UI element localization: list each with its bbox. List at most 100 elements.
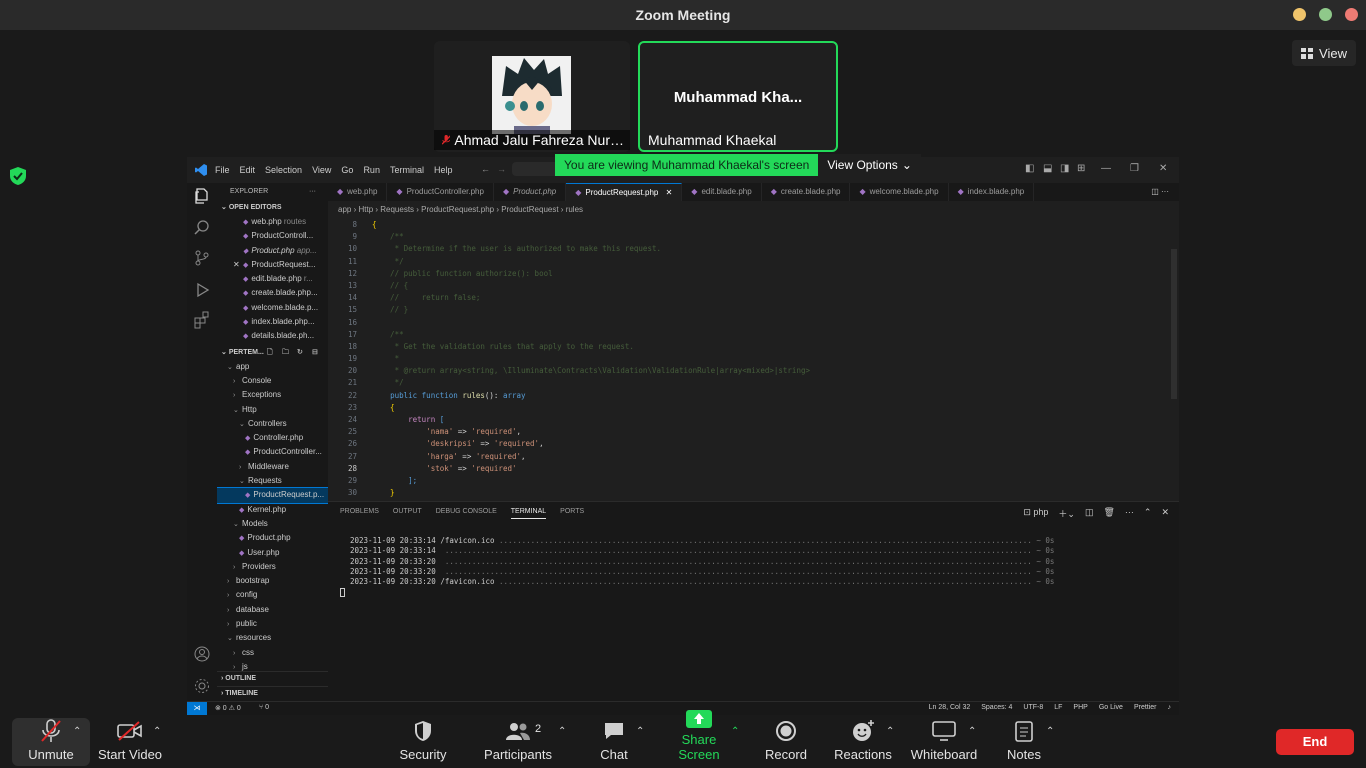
tree-item-config[interactable]: › config [217, 588, 328, 602]
vscode-close-icon[interactable]: ✕ [1159, 163, 1167, 174]
share-options-caret[interactable]: ⌃ [731, 726, 739, 737]
reactions-button[interactable]: Reactions [834, 716, 892, 768]
tree-item-css[interactable]: › css [217, 646, 328, 660]
collapse-all-icon[interactable]: ⊟ [312, 346, 318, 360]
tree-item-exceptions[interactable]: › Exceptions [217, 388, 328, 402]
new-terminal-icon[interactable]: ＋⌄ [1058, 507, 1075, 520]
menu-item-view[interactable]: View [312, 165, 331, 175]
back-arrow-icon[interactable]: ← [481, 164, 490, 174]
tree-item-public[interactable]: › public [217, 617, 328, 631]
status-item-utf-8[interactable]: UTF-8 [1023, 704, 1043, 711]
settings-gear-icon[interactable] [193, 677, 211, 695]
tab-welcome-blade-php[interactable]: ◆ welcome.blade.php [850, 183, 949, 201]
tree-item-middleware[interactable]: › Middleware [217, 460, 328, 474]
panel-tab-terminal[interactable]: TERMINAL [510, 508, 547, 519]
open-editor-item[interactable]: ◆ Product.php app... [217, 244, 328, 258]
more-actions-icon[interactable]: ··· [1125, 507, 1134, 520]
vscode-restore-icon[interactable]: ❐ [1130, 163, 1139, 174]
open-editor-item[interactable]: ◆ index.blade.php... [217, 315, 328, 329]
problems-count[interactable]: ⊗ 0 ⚠ 0 [215, 704, 241, 712]
layout-secondary-icon[interactable]: ◨ [1060, 163, 1069, 174]
status-item-go-live[interactable]: Go Live [1099, 704, 1123, 711]
notifications-bell-icon[interactable]: ♪ [1168, 704, 1172, 711]
tree-item-requests[interactable]: ⌄ Requests [217, 474, 328, 488]
open-editor-item[interactable]: ◆ details.blade.ph... [217, 329, 328, 343]
view-options-button[interactable]: View Options ⌄ [818, 154, 921, 176]
notes-button[interactable]: Notes [1004, 716, 1044, 768]
panel-tab-debug-console[interactable]: DEBUG CONSOLE [436, 508, 497, 519]
open-editors-section[interactable]: ⌄ OPEN EDITORS [217, 201, 328, 215]
notes-options-caret[interactable]: ⌃ [1046, 726, 1054, 737]
tree-item-productcontroller-[interactable]: ◆ ProductController... [217, 445, 328, 459]
open-editor-item[interactable]: ◆ edit.blade.php r... [217, 272, 328, 286]
tab-index-blade-php[interactable]: ◆ index.blade.php [949, 183, 1035, 201]
audio-options-caret[interactable]: ⌃ [73, 726, 81, 737]
shared-screen-vscode[interactable]: File Edit Selection View Go Run Terminal Help ←… [187, 157, 1179, 715]
tree-item-app[interactable]: ⌄ app [217, 360, 328, 374]
panel-tab-problems[interactable]: PROBLEMS [340, 508, 379, 519]
record-button[interactable]: Record [764, 716, 808, 768]
layout-panel-icon[interactable]: ⬓ [1043, 163, 1052, 174]
chat-button[interactable]: Chat [594, 716, 634, 768]
kill-terminal-icon[interactable]: 🗑 [1103, 507, 1114, 520]
open-editor-item[interactable]: ✕ ◆ ProductRequest... [217, 258, 328, 272]
split-terminal-icon[interactable]: ◫ [1085, 507, 1094, 520]
menu-item-file[interactable]: File [215, 165, 230, 175]
active-speaker-tile[interactable]: Muhammad Kha... Muhammad Khaekal [638, 41, 838, 152]
terminal-shell-label[interactable]: ⊡ php [1023, 507, 1048, 520]
status-item-spaces-4[interactable]: Spaces: 4 [981, 704, 1012, 711]
start-video-button[interactable]: Start Video [97, 716, 163, 768]
video-options-caret[interactable]: ⌃ [153, 726, 161, 737]
open-editor-item[interactable]: ◆ ProductControll... [217, 229, 328, 243]
unmute-button[interactable]: Unmute [22, 716, 80, 768]
end-meeting-button[interactable]: End [1276, 729, 1354, 755]
breadcrumb-item[interactable]: ProductRequest.php [421, 205, 494, 214]
whiteboard-button[interactable]: Whiteboard [911, 716, 977, 768]
close-icon[interactable]: ✕ [663, 188, 673, 197]
tree-item-providers[interactable]: › Providers [217, 560, 328, 574]
status-item-lf[interactable]: LF [1054, 704, 1062, 711]
menu-item-run[interactable]: Run [363, 165, 380, 175]
close-button[interactable] [1345, 8, 1358, 21]
open-editor-item[interactable]: ◆ web.php routes [217, 215, 328, 229]
status-item-php[interactable]: PHP [1073, 704, 1087, 711]
close-panel-icon[interactable]: ✕ [1161, 507, 1169, 520]
tree-item-bootstrap[interactable]: › bootstrap [217, 574, 328, 588]
breadcrumb-item[interactable]: rules [566, 205, 583, 214]
tree-item-controller-php[interactable]: ◆ Controller.php [217, 431, 328, 445]
forward-arrow-icon[interactable]: → [497, 164, 506, 174]
whiteboard-options-caret[interactable]: ⌃ [968, 726, 976, 737]
menu-item-selection[interactable]: Selection [265, 165, 302, 175]
extensions-icon[interactable] [193, 311, 211, 329]
minimize-button[interactable] [1293, 8, 1306, 21]
tree-item-user-php[interactable]: ◆ User.php [217, 546, 328, 560]
view-button[interactable]: View [1292, 40, 1356, 66]
menu-item-help[interactable]: Help [434, 165, 453, 175]
explorer-icon[interactable] [193, 187, 211, 205]
tab-productcontroller-php[interactable]: ◆ ProductController.php [387, 183, 494, 201]
timeline-section[interactable]: › TIMELINE [217, 686, 328, 700]
participants-options-caret[interactable]: ⌃ [558, 726, 566, 737]
tab-edit-blade-php[interactable]: ◆ edit.blade.php [682, 183, 762, 201]
menu-item-edit[interactable]: Edit [240, 165, 256, 175]
more-actions-icon[interactable]: ··· [309, 183, 316, 201]
ports-count[interactable]: ⑂ 0 [259, 704, 269, 711]
status-item-ln-28-col-32[interactable]: Ln 28, Col 32 [929, 704, 971, 711]
code-editor[interactable]: 8 9 10 11 12 13 14 15 16 17 18 19 20 21 22 23 24 25 26 27 28… [328, 219, 1179, 501]
open-editor-item[interactable]: ◆ welcome.blade.p... [217, 301, 328, 315]
chat-options-caret[interactable]: ⌃ [636, 726, 644, 737]
account-icon[interactable] [193, 645, 211, 663]
terminal-output[interactable]: 2023-11-09 20:33:14 /favicon.ico .......… [350, 536, 1054, 587]
tree-item-controllers[interactable]: ⌄ Controllers [217, 417, 328, 431]
maximize-button[interactable] [1319, 8, 1332, 21]
close-icon[interactable]: ✕ [233, 258, 240, 272]
search-icon[interactable] [193, 219, 211, 237]
layout-sidebar-icon[interactable]: ◧ [1025, 163, 1034, 174]
editor-scrollbar[interactable] [1171, 249, 1177, 399]
new-folder-icon[interactable]: 🗀 [282, 346, 289, 360]
tab-web-php[interactable]: ◆ web.php [328, 183, 388, 201]
source-control-icon[interactable] [193, 249, 211, 267]
run-debug-icon[interactable] [193, 281, 211, 299]
layout-customize-icon[interactable]: ⊞ [1077, 163, 1085, 174]
panel-tab-ports[interactable]: PORTS [560, 508, 584, 519]
